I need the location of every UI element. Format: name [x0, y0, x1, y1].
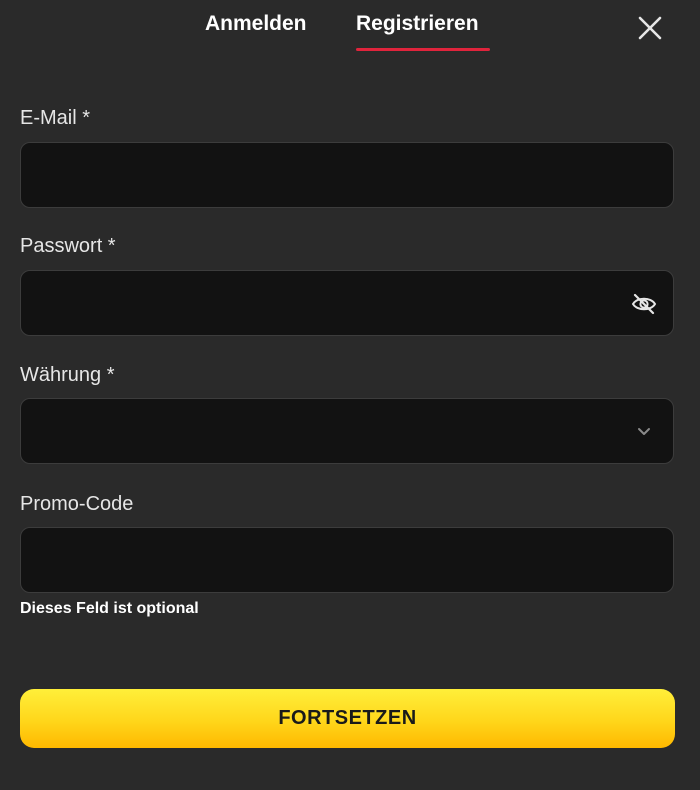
email-label: E-Mail *	[20, 107, 91, 129]
auth-tabs: Anmelden Registrieren	[0, 0, 700, 60]
password-field[interactable]	[21, 271, 673, 335]
promo-field-wrapper	[20, 527, 674, 593]
currency-label: Währung *	[20, 364, 115, 386]
chevron-down-icon	[638, 428, 650, 435]
email-field[interactable]	[21, 143, 673, 207]
promo-code-field[interactable]	[21, 528, 673, 592]
tab-login[interactable]: Anmelden	[205, 12, 307, 36]
continue-button-label: FORTSETZEN	[278, 707, 417, 729]
promo-label: Promo-Code	[20, 493, 134, 515]
close-button[interactable]	[632, 11, 668, 47]
eye-off-icon[interactable]	[631, 291, 657, 317]
promo-helper-text: Dieses Feld ist optional	[20, 600, 199, 617]
password-label: Passwort *	[20, 235, 116, 257]
tab-register[interactable]: Registrieren	[356, 12, 479, 36]
active-tab-indicator	[356, 48, 490, 51]
continue-button[interactable]: FORTSETZEN	[20, 689, 675, 748]
password-field-wrapper	[20, 270, 674, 336]
close-icon	[638, 16, 662, 40]
currency-select[interactable]	[20, 398, 674, 464]
email-field-wrapper	[20, 142, 674, 208]
